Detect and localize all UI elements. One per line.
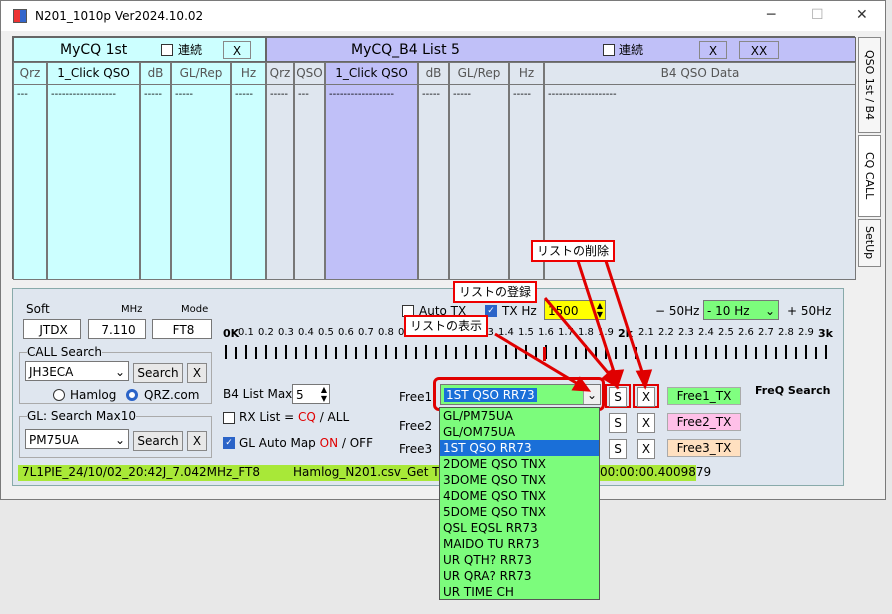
annotation-arrows — [494, 260, 653, 392]
callout-delete: リストの削除 — [531, 240, 616, 262]
callout-show: リストの表示 — [404, 315, 489, 337]
callout-register: リストの登録 — [453, 281, 538, 303]
